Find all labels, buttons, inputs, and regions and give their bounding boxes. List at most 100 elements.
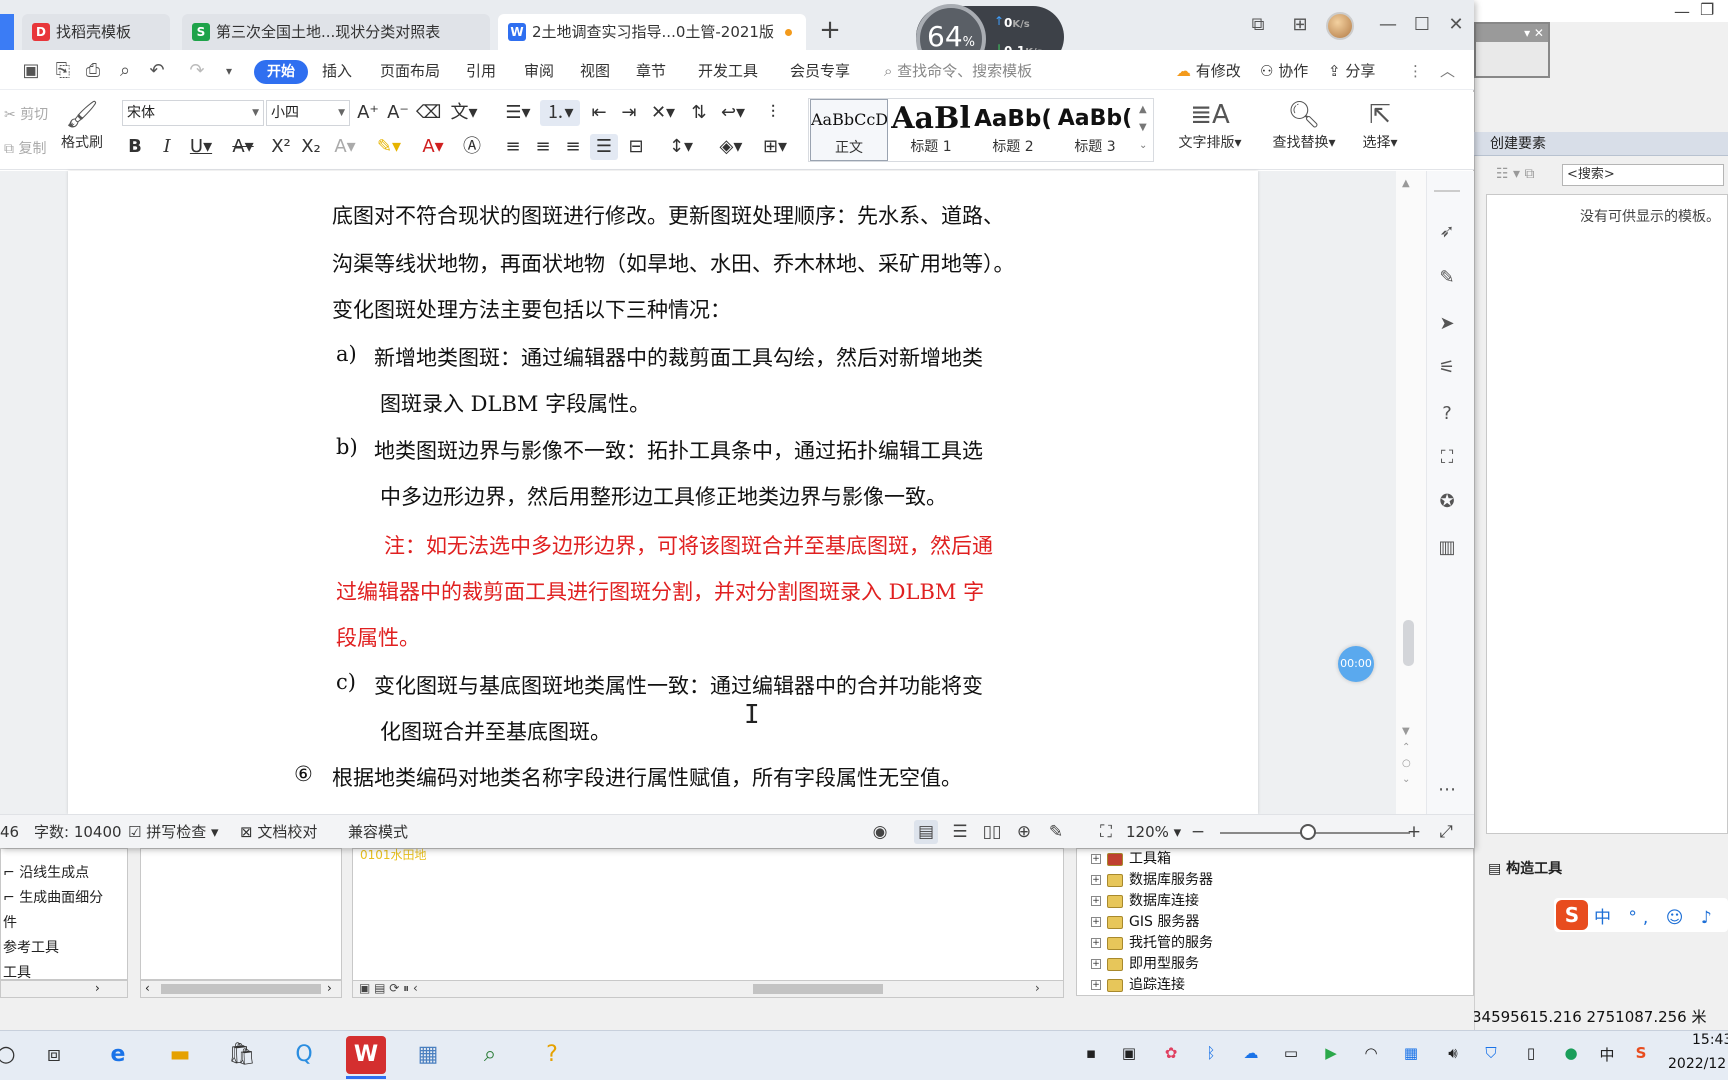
battery-icon[interactable]: ▭ (1280, 1044, 1302, 1062)
ime-lang[interactable]: 中 (1596, 1044, 1618, 1065)
list-item[interactable]: ⌐ 沿线生成点 (1, 861, 127, 886)
avatar[interactable] (1326, 12, 1354, 40)
arcmap-icon[interactable]: ▦ (408, 1036, 448, 1074)
shrink-font-icon[interactable]: A⁻ (386, 100, 410, 126)
text-layout-button[interactable]: ≣A 文字排版▾ (1168, 98, 1252, 152)
bluetooth-icon[interactable]: ᛒ (1200, 1044, 1222, 1062)
font-name-select[interactable]: 宋体 ▼ (122, 100, 264, 126)
image-tool-icon[interactable]: ⛶ (1433, 444, 1461, 472)
cut-button[interactable]: ✂ 剪切 (4, 104, 48, 124)
close-icon[interactable]: ✕ (1440, 10, 1472, 40)
help-app-icon[interactable]: ? (532, 1036, 572, 1074)
zoom-out-icon[interactable]: − (1186, 820, 1210, 844)
catalog-item[interactable]: + 即用型服务 (1091, 954, 1199, 975)
italic-icon[interactable]: I (156, 134, 178, 160)
highlight-icon[interactable]: ✎▾ (372, 134, 406, 160)
edge-icon[interactable]: e (98, 1036, 138, 1074)
catalog-item[interactable]: + 我托管的服务 (1091, 933, 1213, 954)
qq-browser-icon[interactable]: Q (284, 1036, 324, 1074)
strikethrough-icon[interactable]: A▾ (226, 134, 260, 160)
sort-icon[interactable]: ⇅ (686, 100, 712, 126)
more-icon[interactable]: ⋮ (1408, 58, 1423, 84)
organize-templates-icon[interactable]: ☷ ▾ ⧉ (1496, 166, 1534, 182)
find-replace-button[interactable]: 🔍︎ 查找替换▾ (1262, 98, 1346, 152)
cursor-icon[interactable]: ➤ (1433, 310, 1461, 338)
phonetic-icon[interactable]: 文▾ (446, 100, 482, 126)
write-view-icon[interactable]: ✎ (1044, 820, 1068, 844)
template-search-input[interactable]: <搜索> (1562, 164, 1724, 186)
chinese-layout-icon[interactable]: ✕▾ (646, 100, 680, 126)
catalog-item[interactable]: + 工具箱 (1091, 849, 1171, 870)
export-pdf-icon[interactable]: ⎘ (50, 58, 76, 84)
copy-button[interactable]: ⧉ 复制 (4, 138, 46, 158)
adjust-icon[interactable]: ⚟ (1433, 354, 1461, 382)
rocket-icon[interactable]: ➶ (1433, 218, 1461, 246)
page-nav-icons[interactable]: ▼ ⌃ ○ ⌄ (1402, 724, 1411, 788)
char-border-icon[interactable]: Ⓐ (460, 134, 484, 160)
new-tab-button[interactable]: + (818, 16, 842, 46)
home-tab[interactable] (0, 14, 14, 50)
has-changes-button[interactable]: ☁ 有修改 (1176, 58, 1241, 84)
line-spacing-icon[interactable]: ↕▾ (662, 134, 700, 160)
scroll-right-icon[interactable]: › (95, 981, 100, 995)
undo-icon[interactable]: ↶ (144, 58, 170, 84)
align-center-icon[interactable]: ≡ (530, 134, 556, 160)
bullets-icon[interactable]: ☰▾ (500, 100, 536, 126)
menu-insert[interactable]: 插入 (322, 58, 352, 84)
zoom-slider-handle[interactable] (1300, 824, 1316, 840)
ime-toolbar[interactable]: S 中 °, ☺ ♪ ⌨ (1554, 898, 1728, 932)
apps-grid-icon[interactable]: ⊞ (1284, 10, 1316, 40)
onedrive-icon[interactable]: ☁ (1240, 1044, 1262, 1062)
superscript-icon[interactable]: X² (268, 134, 294, 160)
list-item[interactable]: 件 (1, 911, 127, 936)
reading-view-icon[interactable]: ▯▯ (980, 820, 1004, 844)
tray-app-icon[interactable]: ▶ (1320, 1044, 1342, 1062)
nav-icons[interactable]: ▣ ▤ ⟳ ⏸ ‹ (359, 981, 418, 996)
scroll-thumb[interactable] (753, 984, 883, 994)
fullscreen-icon[interactable]: ⤢ (1434, 820, 1458, 844)
horizontal-scrollbar[interactable]: › (0, 980, 128, 998)
more-icon[interactable]: ⋯ (1433, 776, 1461, 804)
align-right-icon[interactable]: ≡ (560, 134, 586, 160)
style-heading-3[interactable]: AaBb( 标题 3 (1055, 99, 1135, 161)
maximize-icon[interactable]: ☐ (1406, 10, 1438, 40)
minimize-icon[interactable]: — (1674, 2, 1690, 21)
style-heading-2[interactable]: AaBb( 标题 2 (973, 99, 1053, 161)
close-icon[interactable]: ▾ ✕ (1476, 24, 1548, 42)
collab-button[interactable]: ⚇ 协作 (1260, 58, 1308, 84)
numbering-icon[interactable]: ⒈▾ (540, 100, 580, 126)
word-count[interactable]: 字数: 10400 (34, 822, 122, 842)
clock-date[interactable]: 2022/12 (1668, 1056, 1726, 1072)
borders-icon[interactable]: ⊞▾ (756, 134, 794, 160)
menu-member[interactable]: 会员专享 (790, 58, 850, 84)
page-view-icon[interactable]: ▤ (914, 820, 938, 844)
catalog-item[interactable]: + 数据库连接 (1091, 891, 1199, 912)
minimize-icon[interactable]: — (1372, 10, 1404, 40)
font-size-select[interactable]: 小四 ▼ (266, 100, 350, 126)
menu-references[interactable]: 引用 (466, 58, 496, 84)
tray-app-icon[interactable]: ▣ (1118, 1044, 1140, 1062)
tray-app-icon[interactable]: ▯ (1520, 1044, 1542, 1062)
shading-icon[interactable]: ◈▾ (712, 134, 750, 160)
redo-icon[interactable]: ↷ (184, 58, 210, 84)
collapse-ribbon-icon[interactable]: ︿ (1440, 58, 1455, 84)
tab-spreadsheet[interactable]: S 第三次全国土地...现状分类对照表 (182, 14, 490, 50)
zoom-in-icon[interactable]: + (1402, 820, 1426, 844)
list-item[interactable]: 参考工具 (1, 936, 127, 961)
restore-icon[interactable]: ❐ (1700, 0, 1714, 19)
underline-icon[interactable]: U▾ (186, 134, 216, 160)
scroll-right-icon[interactable]: › (1035, 981, 1040, 995)
scroll-left-icon[interactable]: ‹ (145, 981, 150, 995)
menu-review[interactable]: 审阅 (524, 58, 554, 84)
tray-app-icon[interactable]: ▪ (1080, 1044, 1102, 1062)
align-left-icon[interactable]: ≡ (500, 134, 526, 160)
subscript-icon[interactable]: X₂ (298, 134, 324, 160)
grow-font-icon[interactable]: A⁺ (356, 100, 380, 126)
security-icon[interactable]: ⛉ (1480, 1044, 1502, 1062)
store-icon[interactable]: 🛍︎ (222, 1036, 262, 1074)
menu-developer[interactable]: 开发工具 (698, 58, 758, 84)
tab-docer[interactable]: D 找稻壳模板 (22, 14, 170, 50)
justify-icon[interactable]: ☰ (590, 134, 618, 160)
outline-view-icon[interactable]: ☰ (948, 820, 972, 844)
zoom-level-select[interactable]: 120% ▾ (1126, 822, 1181, 842)
